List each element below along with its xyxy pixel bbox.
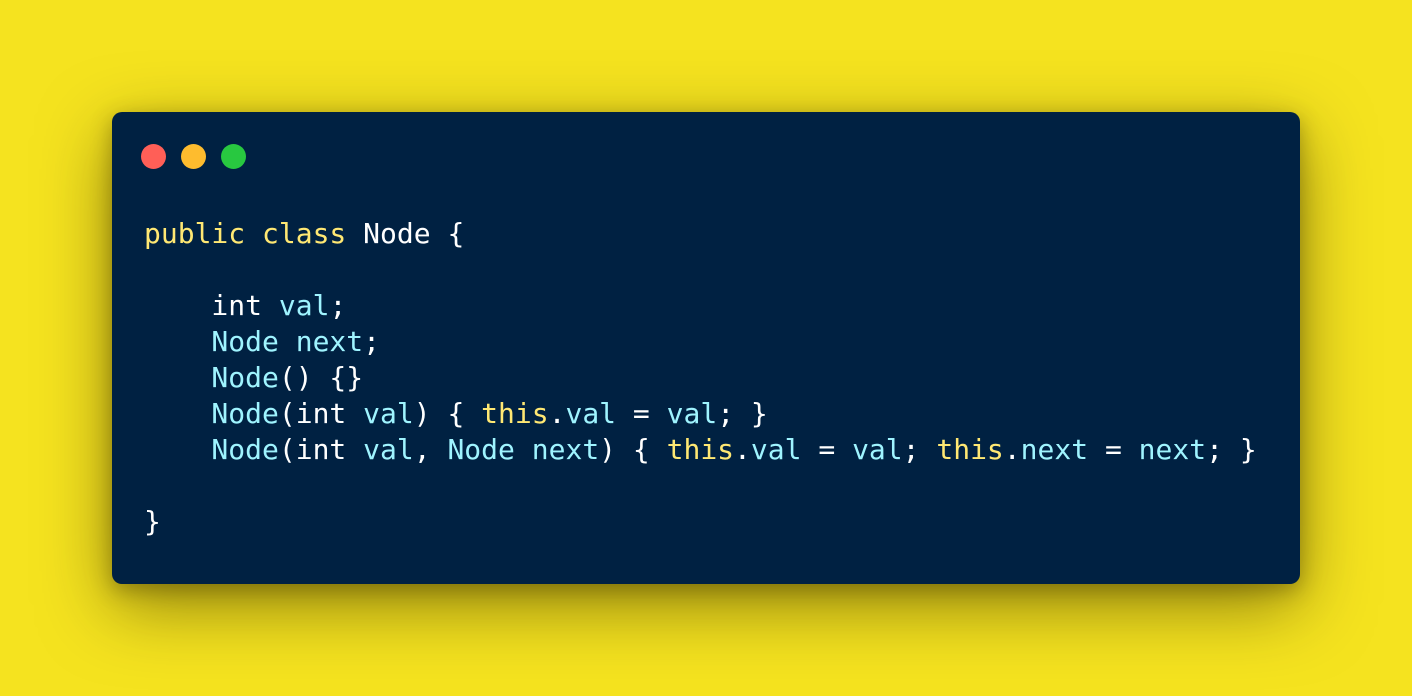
code-token: ) { — [413, 397, 482, 430]
code-line: Node(int val) { this.val = val; } — [144, 396, 1257, 432]
code-token: val — [363, 433, 414, 466]
code-token: val — [565, 397, 617, 430]
code-token: . — [734, 433, 751, 466]
code-token: this — [666, 433, 735, 466]
minimize-button[interactable] — [181, 144, 206, 169]
code-token: ; — [329, 289, 347, 322]
code-token: val — [278, 289, 330, 322]
code-line: Node next; — [144, 324, 1257, 360]
code-token: val — [750, 433, 802, 466]
code-token: val — [852, 433, 903, 466]
code-token: = — [801, 433, 853, 466]
code-line: ​ — [144, 468, 1257, 504]
code-token: Node — [144, 397, 279, 430]
code-token: val — [363, 397, 414, 430]
code-token: = — [616, 397, 667, 430]
code-token: Node next — [144, 325, 364, 358]
code-window: public class Node {​ int val; Node next;… — [112, 112, 1300, 584]
code-token: Node — [144, 433, 279, 466]
code-token: ; — [902, 433, 937, 466]
code-token: () {} — [278, 361, 364, 394]
code-token: Node — [144, 361, 279, 394]
code-token: (int — [278, 433, 364, 466]
code-token: next — [1138, 433, 1207, 466]
code-token: Node { — [346, 217, 465, 250]
window-controls — [141, 144, 246, 169]
code-token: public class — [144, 217, 347, 250]
code-token: ) { — [599, 433, 667, 466]
code-token: ; — [363, 325, 381, 358]
code-token: ; } — [1206, 433, 1257, 466]
code-token: this — [936, 433, 1004, 466]
close-button[interactable] — [141, 144, 166, 169]
maximize-button[interactable] — [221, 144, 246, 169]
code-line: int val; — [144, 288, 1257, 324]
code-token: this — [481, 397, 549, 430]
code-token: . — [548, 397, 566, 430]
code-token: val — [666, 397, 718, 430]
code-token: } — [144, 505, 161, 538]
code-token: Node next — [447, 433, 600, 466]
code-line: Node() {} — [144, 360, 1257, 396]
code-token: int — [144, 289, 279, 322]
code-token: (int — [278, 397, 364, 430]
code-token: , — [413, 433, 448, 466]
code-line: } — [144, 504, 1257, 540]
code-line: public class Node { — [144, 216, 1257, 252]
code-token: = — [1088, 433, 1139, 466]
code-token: next — [1020, 433, 1089, 466]
code-token: ; } — [717, 397, 768, 430]
code-token: . — [1003, 433, 1021, 466]
code-block: public class Node {​ int val; Node next;… — [144, 216, 1257, 540]
code-line: ​ — [144, 252, 1257, 288]
code-line: Node(int val, Node next) { this.val = va… — [144, 432, 1257, 468]
